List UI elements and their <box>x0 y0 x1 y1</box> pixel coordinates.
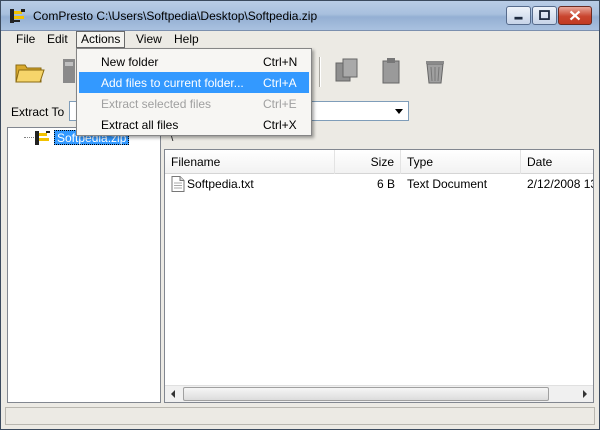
status-bar <box>5 407 595 425</box>
menu-edit[interactable]: Edit <box>42 31 73 48</box>
horizontal-scrollbar[interactable] <box>165 385 593 402</box>
menu-file[interactable]: File <box>11 31 40 48</box>
open-folder-icon <box>15 64 45 83</box>
file-name: Softpedia.txt <box>187 177 254 191</box>
delete-button[interactable] <box>419 55 451 87</box>
menu-item-label: Add files to current folder... <box>101 76 244 90</box>
window-title: ComPresto C:\Users\Softpedia\Desktop\Sof… <box>33 9 318 23</box>
copy-button[interactable] <box>331 55 363 87</box>
move-button[interactable] <box>375 55 407 87</box>
close-button[interactable] <box>558 6 592 25</box>
minimize-icon <box>514 16 523 20</box>
folder-tree[interactable]: Softpedia.zip <box>7 127 161 403</box>
list-header: Filename Size Type Date <box>165 150 593 174</box>
archive-icon <box>35 131 50 145</box>
file-size: 6 B <box>376 177 395 191</box>
menu-item-shortcut: Ctrl+X <box>263 118 297 132</box>
app-window: ComPresto C:\Users\Softpedia\Desktop\Sof… <box>0 0 600 430</box>
file-date: 2/12/2008 13 <box>527 177 594 191</box>
scrollbar-thumb[interactable] <box>183 387 549 401</box>
column-header-type[interactable]: Type <box>401 150 521 174</box>
menu-item-shortcut: Ctrl+E <box>263 97 297 111</box>
open-button[interactable] <box>13 55 45 87</box>
text-file-icon <box>171 176 185 192</box>
copy-icon <box>335 58 358 82</box>
close-icon <box>569 10 581 21</box>
title-bar[interactable]: ComPresto C:\Users\Softpedia\Desktop\Sof… <box>1 1 599 31</box>
extract-to-label: Extract To <box>11 105 65 119</box>
column-header-date[interactable]: Date <box>521 150 593 174</box>
menu-item-label: Extract all files <box>101 118 179 132</box>
menu-item-extract-all[interactable]: Extract all files Ctrl+X <box>79 114 309 135</box>
maximize-button[interactable] <box>532 6 557 25</box>
delete-icon <box>426 61 444 84</box>
menu-item-extract-selected: Extract selected files Ctrl+E <box>79 93 309 114</box>
menu-view[interactable]: View <box>131 31 167 48</box>
menu-item-label: Extract selected files <box>101 97 212 111</box>
maximize-icon <box>539 10 550 20</box>
column-header-size[interactable]: Size <box>335 150 401 174</box>
menu-help[interactable]: Help <box>169 31 204 48</box>
menu-item-new-folder[interactable]: New folder Ctrl+N <box>79 51 309 72</box>
actions-menu-dropdown: New folder Ctrl+N Add files to current f… <box>76 48 312 136</box>
column-header-filename[interactable]: Filename <box>165 150 335 174</box>
minimize-button[interactable] <box>506 6 531 25</box>
file-type: Text Document <box>407 177 488 191</box>
table-row[interactable]: Softpedia.txt 6 B Text Document 2/12/200… <box>165 174 594 194</box>
scroll-left-icon[interactable] <box>165 386 182 402</box>
compresto-app-icon <box>10 9 25 23</box>
menu-item-label: New folder <box>101 55 159 69</box>
file-list[interactable]: Filename Size Type Date Softpedia.txt 6 … <box>164 149 594 403</box>
move-icon <box>382 58 400 84</box>
menu-item-shortcut: Ctrl+A <box>263 76 297 90</box>
scroll-right-icon[interactable] <box>576 386 593 402</box>
toolbar-separator <box>319 57 321 87</box>
chevron-down-icon[interactable] <box>392 104 406 118</box>
menu-actions[interactable]: Actions <box>76 31 126 48</box>
menu-item-add-files[interactable]: Add files to current folder... Ctrl+A <box>79 72 309 93</box>
menu-bar: File Edit Actions View Help <box>1 31 599 48</box>
menu-item-shortcut: Ctrl+N <box>263 55 298 69</box>
